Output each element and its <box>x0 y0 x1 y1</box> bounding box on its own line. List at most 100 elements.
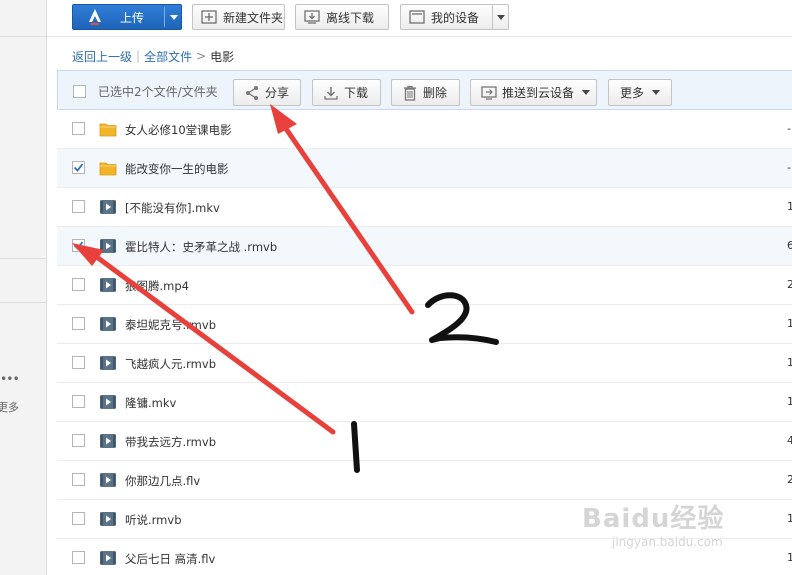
top-toolbar: 上传 新建文件夹 离线下载 我的设备 <box>47 0 792 37</box>
file-checkbox[interactable] <box>72 551 85 564</box>
delete-button[interactable]: 删除 <box>391 79 460 106</box>
selection-count-text: 已选中2个文件/文件夹 <box>98 85 218 99</box>
file-name[interactable]: 狼图腾.mp4 <box>125 278 189 294</box>
file-row[interactable]: 带我去远方.rmvb 4 <box>57 422 792 461</box>
share-label: 分享 <box>265 86 290 100</box>
file-name[interactable]: 带我去远方.rmvb <box>125 434 216 450</box>
file-name[interactable]: 听说.rmvb <box>125 512 182 528</box>
file-name[interactable]: 你那边几点.flv <box>125 473 200 489</box>
file-meta: 1 <box>787 317 792 330</box>
more-actions-button[interactable]: 更多 <box>608 79 672 106</box>
push-to-cloud-device-label: 推送到云设备 <box>502 86 575 100</box>
file-checkbox[interactable] <box>72 200 85 213</box>
checkmark-icon <box>73 241 84 250</box>
video-file-icon <box>99 394 117 410</box>
file-name[interactable]: 泰坦妮克号.rmvb <box>125 317 216 333</box>
file-checkbox[interactable] <box>72 473 85 486</box>
file-meta: - <box>787 161 791 174</box>
offline-download-icon <box>304 10 320 24</box>
file-checkbox[interactable] <box>72 122 85 135</box>
cloud-device-icon <box>481 85 497 101</box>
file-checkbox[interactable] <box>72 278 85 291</box>
file-checkbox[interactable] <box>72 161 85 174</box>
video-file-icon <box>99 199 117 215</box>
sidebar-more-dots-icon[interactable]: ••• <box>0 372 20 386</box>
file-row[interactable]: 霍比特人：史矛革之战 .rmvb 6 <box>57 227 792 266</box>
video-file-icon <box>99 238 117 254</box>
file-name[interactable]: 霍比特人：史矛革之战 .rmvb <box>125 239 277 255</box>
file-name[interactable]: 能改变你一生的电影 <box>125 161 229 177</box>
file-name[interactable]: 隆镛.mkv <box>125 395 176 411</box>
file-meta: 4 <box>787 434 792 447</box>
file-meta: 1 <box>787 395 792 408</box>
file-row[interactable]: 狼图腾.mp4 2 <box>57 266 792 305</box>
upload-icon <box>85 8 105 26</box>
file-meta: 2 <box>787 278 792 291</box>
file-meta: 1 <box>787 512 792 525</box>
file-name[interactable]: 女人必修10堂课电影 <box>125 122 232 138</box>
baidu-watermark: Baidu经验 jingyan.baidu.com <box>582 498 724 549</box>
file-name[interactable]: 父后七日 高清.flv <box>125 551 215 567</box>
device-icon <box>409 10 425 24</box>
file-checkbox[interactable] <box>72 356 85 369</box>
chevron-down-icon <box>652 90 660 95</box>
sidebar-divider <box>0 302 46 303</box>
file-row[interactable]: [不能没有你].mkv 1 <box>57 188 792 227</box>
video-file-icon <box>99 550 117 566</box>
offline-download-button[interactable]: 离线下载 <box>295 4 389 30</box>
upload-dropdown-caret-icon[interactable] <box>170 15 178 20</box>
new-folder-icon <box>201 10 217 24</box>
new-folder-label: 新建文件夹 <box>223 10 284 25</box>
left-sidebar: ••• 更多 <box>0 0 47 575</box>
file-checkbox[interactable] <box>72 512 85 525</box>
chevron-down-icon <box>582 90 591 95</box>
push-to-cloud-device-button[interactable]: 推送到云设备 <box>470 79 597 106</box>
file-meta: 2 <box>787 473 792 486</box>
new-folder-button[interactable]: 新建文件夹 <box>192 4 285 30</box>
sidebar-more-label[interactable]: 更多 <box>0 399 19 415</box>
file-row[interactable]: 隆镛.mkv 1 <box>57 383 792 422</box>
download-label: 下载 <box>344 86 369 100</box>
more-actions-label: 更多 <box>619 86 644 100</box>
upload-button[interactable]: 上传 <box>72 4 182 30</box>
chevron-down-icon <box>496 14 505 20</box>
video-file-icon <box>99 472 117 488</box>
main-panel: 上传 新建文件夹 离线下载 我的设备 返回上一级 | 全部文件 > 电影 已选中… <box>47 0 792 575</box>
file-checkbox[interactable] <box>72 395 85 408</box>
upload-label: 上传 <box>120 10 145 25</box>
file-meta: 6 <box>787 239 792 252</box>
breadcrumb-back-link[interactable]: 返回上一级 <box>72 48 132 65</box>
watermark-brand: Baidu经验 <box>582 504 725 534</box>
file-checkbox[interactable] <box>72 239 85 252</box>
sidebar-divider <box>0 36 46 37</box>
select-all-checkbox[interactable] <box>73 85 86 98</box>
file-row[interactable]: 飞越疯人元.rmvb 1 <box>57 344 792 383</box>
share-icon <box>244 85 260 101</box>
breadcrumb-all-files-link[interactable]: 全部文件 <box>144 48 192 65</box>
file-meta: 1 <box>787 200 792 213</box>
video-file-icon <box>99 355 117 371</box>
selection-action-bar: 已选中2个文件/文件夹 分享 下载 删除 推送到云设备 更多 <box>57 70 792 110</box>
file-meta: 1 <box>787 551 792 564</box>
file-row[interactable]: 你那边几点.flv 2 <box>57 461 792 500</box>
breadcrumb-divider: | <box>136 49 141 63</box>
breadcrumb-current: 电影 <box>210 49 235 64</box>
trash-icon <box>402 85 418 101</box>
file-row[interactable]: 泰坦妮克号.rmvb 1 <box>57 305 792 344</box>
checkmark-icon <box>73 163 84 172</box>
watermark-url: jingyan.baidu.com <box>612 535 723 549</box>
file-name[interactable]: 飞越疯人元.rmvb <box>125 356 216 372</box>
file-row[interactable]: 能改变你一生的电影 - <box>57 149 792 188</box>
video-file-icon <box>99 433 117 449</box>
download-button[interactable]: 下载 <box>312 79 381 106</box>
video-file-icon <box>99 316 117 332</box>
my-devices-button[interactable]: 我的设备 <box>400 4 509 30</box>
file-checkbox[interactable] <box>72 434 85 447</box>
file-checkbox[interactable] <box>72 317 85 330</box>
file-name[interactable]: [不能没有你].mkv <box>125 200 220 216</box>
my-devices-dropdown[interactable] <box>492 5 508 29</box>
delete-label: 删除 <box>423 86 448 100</box>
file-meta: 1 <box>787 356 792 369</box>
file-row[interactable]: 女人必修10堂课电影 - <box>57 110 792 149</box>
share-button[interactable]: 分享 <box>233 79 301 106</box>
